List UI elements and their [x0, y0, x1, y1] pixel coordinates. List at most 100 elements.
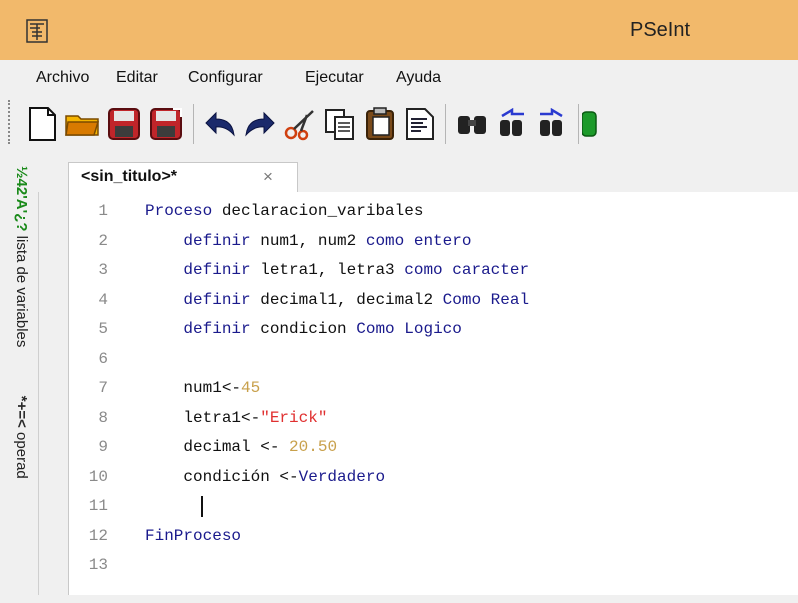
- line-number: 13: [88, 556, 108, 574]
- code-token: como caracter: [404, 261, 530, 279]
- find-previous-icon: [500, 108, 524, 136]
- new-file-button[interactable]: [22, 104, 62, 144]
- code-token: Verdadero: [298, 467, 386, 486]
- operators-symbol: *+=<: [13, 395, 30, 428]
- open-button[interactable]: [62, 104, 102, 144]
- find-previous-button[interactable]: [492, 104, 532, 144]
- toolbar-separator: [578, 104, 579, 144]
- toolbar-separator: [193, 104, 194, 144]
- open-folder-icon: [65, 115, 100, 136]
- code-token: definir: [183, 320, 251, 338]
- save-as-icon: [150, 108, 182, 140]
- code-token: como entero: [365, 231, 472, 250]
- save-button[interactable]: [104, 104, 144, 144]
- indent-icon: [406, 108, 434, 140]
- save-icon: [108, 108, 140, 140]
- line-number: 6: [98, 349, 108, 368]
- code-token: Como Logico: [356, 320, 462, 338]
- line-code: Proceso declaracion_varibales: [145, 202, 423, 220]
- line-code: decimal <- 20.50: [145, 438, 337, 456]
- title-bar: PSeInt: [0, 0, 798, 60]
- pseint-app-icon[interactable]: [24, 18, 50, 44]
- text-cursor: [201, 496, 203, 517]
- line-code: definir letra1, letra3 como caracter: [145, 261, 529, 279]
- menu-editar[interactable]: Editar: [116, 69, 158, 87]
- code-token: num1, num2: [250, 231, 366, 250]
- toolbar-separator: [445, 104, 446, 144]
- menu-archivo[interactable]: Archivo: [36, 69, 89, 87]
- variables-panel-tab[interactable]: lista de variables: [13, 236, 30, 348]
- code-token: condición <-: [145, 467, 299, 486]
- line-number: 4: [98, 290, 108, 309]
- cut-icon: [284, 110, 314, 141]
- code-token: definir: [183, 231, 251, 250]
- line-number: 3: [98, 261, 108, 279]
- variables-symbol: ½42'A'¿?: [13, 166, 30, 232]
- line-code: condición <-Verdadero: [145, 468, 385, 486]
- line-code: definir decimal1, decimal2 Como Real: [145, 291, 529, 309]
- line-number: 11: [88, 497, 108, 515]
- find-next-button[interactable]: [532, 104, 572, 144]
- code-token: declaracion_varibales: [212, 202, 424, 220]
- close-icon[interactable]: ×: [263, 167, 273, 187]
- line-code: num1<-45: [145, 379, 260, 397]
- line-code: letra1<-"Erick": [145, 409, 327, 427]
- line-code: FinProceso: [145, 527, 241, 545]
- code-token: num1<-: [145, 379, 242, 397]
- undo-icon: [205, 111, 235, 137]
- line-number: 7: [98, 379, 108, 397]
- code-token: letra1<-: [145, 408, 261, 427]
- code-token: decimal1, decimal2: [250, 290, 443, 309]
- run-icon: [582, 111, 597, 137]
- redo-button[interactable]: [240, 104, 280, 144]
- menu-configurar[interactable]: Configurar: [188, 69, 263, 87]
- run-button[interactable]: [582, 104, 598, 144]
- line-number: 1: [98, 202, 108, 220]
- tab-sin-titulo[interactable]: <sin_titulo>* ×: [68, 162, 298, 193]
- undo-button[interactable]: [200, 104, 240, 144]
- operators-panel-tab[interactable]: operad: [13, 432, 30, 479]
- code-token: condicion: [250, 320, 357, 338]
- toolbar-grip[interactable]: [8, 100, 16, 144]
- code-token: letra1, letra3: [250, 261, 405, 279]
- line-code: definir condicion Como Logico: [145, 320, 462, 338]
- code-token: Proceso: [145, 202, 213, 220]
- new-file-icon: [29, 107, 56, 141]
- code-token: 20.50: [289, 438, 338, 456]
- paste-icon: [366, 107, 394, 140]
- cut-button[interactable]: [280, 104, 320, 144]
- line-number: 12: [88, 526, 108, 545]
- line-number: 5: [98, 320, 108, 338]
- side-panel: ½42'A'¿? lista de variables *+=< operad: [0, 158, 39, 595]
- find-icon: [458, 116, 486, 134]
- tab-label: <sin_titulo>*: [81, 168, 178, 185]
- menu-bar: Archivo Editar Configurar Ejecutar Ayuda: [0, 60, 798, 94]
- line-code: definir num1, num2 como entero: [145, 232, 471, 250]
- code-token: Como Real: [442, 290, 530, 309]
- code-token: 45: [241, 379, 261, 397]
- save-as-button[interactable]: [146, 104, 186, 144]
- find-next-icon: [540, 108, 563, 136]
- redo-icon: [245, 111, 275, 137]
- code-token: decimal <-: [145, 438, 290, 456]
- copy-button[interactable]: [320, 104, 360, 144]
- indent-button[interactable]: [400, 104, 440, 144]
- find-button[interactable]: [452, 104, 492, 144]
- window-title: PSeInt: [630, 19, 691, 41]
- menu-ayuda[interactable]: Ayuda: [396, 69, 441, 87]
- line-number: 10: [88, 467, 108, 486]
- tab-bar: <sin_titulo>* ×: [38, 158, 798, 193]
- line-number: 2: [98, 231, 108, 250]
- code-token: FinProceso: [145, 526, 242, 545]
- menu-ejecutar[interactable]: Ejecutar: [305, 69, 364, 87]
- copy-icon: [325, 109, 354, 140]
- code-token: "Erick": [260, 408, 328, 427]
- code-token: definir: [183, 261, 251, 279]
- paste-button[interactable]: [360, 104, 400, 144]
- code-token: definir: [183, 290, 251, 309]
- line-number: 8: [98, 408, 108, 427]
